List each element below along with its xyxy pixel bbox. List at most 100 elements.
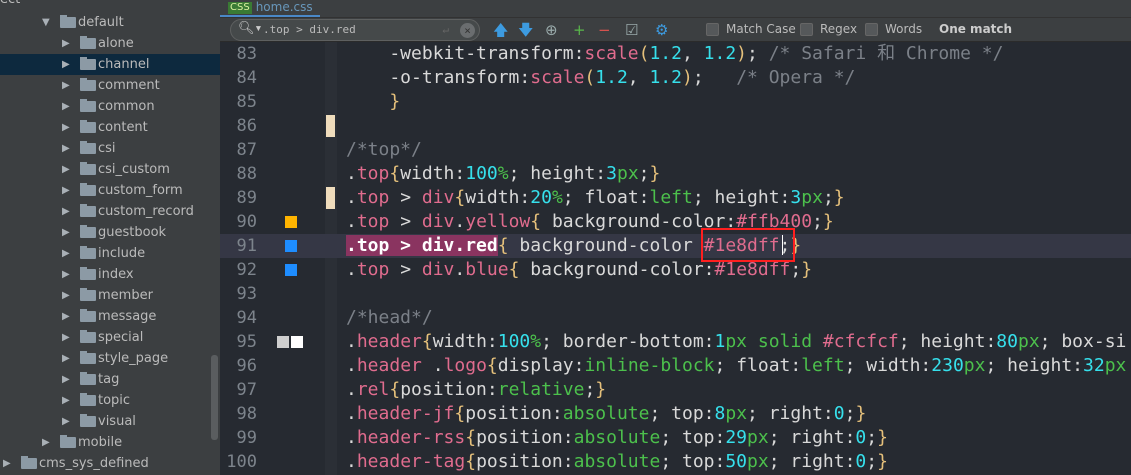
tree-item-default[interactable]: ▼ default: [0, 12, 220, 33]
tree-item-custom_form[interactable]: ▶ custom_form: [0, 180, 220, 201]
code-line[interactable]: 92 .top > div.blue{ background-color:#1e8…: [220, 258, 1131, 282]
code-line[interactable]: 90 .top > div.yellow{ background-color:#f…: [220, 210, 1131, 234]
code-token: 0: [855, 427, 867, 448]
tree-item-tag[interactable]: ▶ tag: [0, 369, 220, 390]
tree-item-cms_sys_defined[interactable]: ▶ cms_sys_defined: [0, 453, 220, 474]
code-line[interactable]: 95 .header{width:100%; border-bottom:1px …: [220, 330, 1131, 354]
code-line[interactable]: 99 .header-rss{position:absolute; top:29p…: [220, 426, 1131, 450]
code-line[interactable]: 84 -o-transform:scale(1.2, 1.2); /* Oper…: [220, 66, 1131, 90]
words-checkbox[interactable]: [865, 23, 878, 36]
chevron-right-icon[interactable]: ▶: [62, 201, 70, 222]
tree-item-content[interactable]: ▶ content: [0, 117, 220, 138]
chevron-right-icon[interactable]: ▶: [42, 432, 50, 453]
code-line[interactable]: 100 .header-tag{position:absolute; top:50…: [220, 450, 1131, 474]
tree-item-mobile[interactable]: ▶ mobile: [0, 432, 220, 453]
tree-item-member[interactable]: ▶ member: [0, 285, 220, 306]
add-occurrence-icon[interactable]: +: [573, 20, 586, 40]
color-swatch-icon[interactable]: [285, 264, 297, 276]
chevron-right-icon[interactable]: ▶: [62, 285, 70, 306]
color-swatch-icon[interactable]: [285, 216, 297, 228]
code-token: .: [346, 427, 357, 448]
chevron-right-icon[interactable]: ▶: [62, 75, 70, 96]
chevron-right-icon[interactable]: ▶: [3, 453, 11, 474]
tree-item-csi[interactable]: ▶ csi: [0, 138, 220, 159]
settings-icon[interactable]: ⚙: [655, 20, 668, 40]
chevron-right-icon[interactable]: ▶: [62, 33, 70, 54]
chevron-right-icon[interactable]: ▶: [62, 54, 70, 75]
chevron-right-icon[interactable]: ▶: [62, 159, 70, 180]
match-case-checkbox[interactable]: [706, 23, 719, 36]
chevron-right-icon[interactable]: ▶: [62, 411, 70, 432]
tree-item-csi_custom[interactable]: ▶ csi_custom: [0, 159, 220, 180]
code-area[interactable]: 83 -webkit-transform:scale(1.2, 1.2); /*…: [220, 42, 1131, 474]
tree-item-label: csi: [98, 141, 116, 156]
chevron-right-icon[interactable]: ▶: [62, 96, 70, 117]
code-token: px solid: [725, 331, 823, 352]
tree-item-comment[interactable]: ▶ comment: [0, 75, 220, 96]
code-line[interactable]: 97 .rel{position:relative;}: [220, 378, 1131, 402]
code-line[interactable]: 85 }: [220, 90, 1131, 114]
next-occurrence-icon[interactable]: 🡇: [518, 20, 533, 40]
code-token: /*head*/: [346, 307, 433, 328]
chevron-right-icon[interactable]: ▶: [62, 327, 70, 348]
folder-icon: [80, 351, 96, 364]
tree-item-index[interactable]: ▶ index: [0, 264, 220, 285]
color-swatch-icon[interactable]: [291, 336, 303, 348]
tree-item-visual[interactable]: ▶ visual: [0, 411, 220, 432]
tree-item-common[interactable]: ▶ common: [0, 96, 220, 117]
chevron-right-icon[interactable]: ▶: [62, 306, 70, 327]
select-all-occurrences-icon[interactable]: ⊕: [545, 20, 558, 40]
tree-item-channel[interactable]: ▶ channel: [0, 54, 220, 75]
chevron-right-icon[interactable]: ▶: [62, 138, 70, 159]
code-line[interactable]: 93: [220, 282, 1131, 306]
code-line[interactable]: 88 .top{width:100%; height:3px;}: [220, 162, 1131, 186]
exclude-occurrence-icon[interactable]: ☑: [625, 20, 638, 40]
regex-checkbox[interactable]: [800, 23, 813, 36]
code-line[interactable]: 83 -webkit-transform:scale(1.2, 1.2); /*…: [220, 42, 1131, 66]
code-token: px: [963, 355, 986, 376]
match-case-label[interactable]: Match Case: [726, 22, 796, 36]
folder-icon: [80, 99, 96, 112]
chevron-right-icon[interactable]: ▶: [62, 369, 70, 390]
folder-icon: [80, 330, 96, 343]
code-token: top: [356, 163, 390, 184]
search-icon[interactable]: 🔍︎▾: [238, 19, 262, 39]
clear-icon[interactable]: ×: [460, 23, 475, 38]
code-line[interactable]: 96 .header .logo{display:inline-block; fl…: [220, 354, 1131, 378]
tree-item-message[interactable]: ▶ message: [0, 306, 220, 327]
chevron-right-icon[interactable]: ▶: [62, 390, 70, 411]
tree-item-alone[interactable]: ▶ alone: [0, 33, 220, 54]
chevron-down-icon[interactable]: ▼: [42, 12, 50, 33]
regex-label[interactable]: Regex: [820, 22, 857, 36]
search-input[interactable]: 🔍︎▾ .top > div.red ↵ ×: [230, 19, 480, 41]
code-token: ; height:: [898, 331, 997, 352]
color-swatch-icon[interactable]: [277, 336, 289, 348]
chevron-right-icon[interactable]: ▶: [62, 264, 70, 285]
code-line[interactable]: 94 /*head*/: [220, 306, 1131, 330]
chevron-right-icon[interactable]: ▶: [62, 180, 70, 201]
tab-home-css[interactable]: CSS home.css: [220, 0, 320, 17]
chevron-right-icon[interactable]: ▶: [62, 222, 70, 243]
chevron-right-icon[interactable]: ▶: [62, 243, 70, 264]
line-number: 100: [226, 452, 257, 472]
tree-item-style_page[interactable]: ▶ style_page: [0, 348, 220, 369]
words-label[interactable]: Words: [885, 22, 922, 36]
tree-item-label: guestbook: [98, 225, 167, 240]
previous-occurrence-icon[interactable]: 🡅: [493, 20, 508, 40]
chevron-right-icon[interactable]: ▶: [62, 348, 70, 369]
code-line[interactable]: 86: [220, 114, 1131, 138]
chevron-right-icon[interactable]: ▶: [62, 117, 70, 138]
code-line[interactable]: 87 /*top*/: [220, 138, 1131, 162]
tree-item-special[interactable]: ▶ special: [0, 327, 220, 348]
code-line[interactable]: 89 .top > div{width:20%; float:left; heig…: [220, 186, 1131, 210]
code-line[interactable]: 91 .top > div.red{ background-color #1e8d…: [220, 234, 1131, 258]
color-swatch-icon[interactable]: [285, 240, 297, 252]
remove-occurrence-icon[interactable]: −: [598, 20, 611, 40]
tree-item-include[interactable]: ▶ include: [0, 243, 220, 264]
code-token: ; top:: [660, 451, 726, 472]
tree-item-topic[interactable]: ▶ topic: [0, 390, 220, 411]
tree-item-custom_record[interactable]: ▶ custom_record: [0, 201, 220, 222]
sidebar-scrollbar[interactable]: [211, 355, 218, 440]
code-line[interactable]: 98 .header-jf{position:absolute; top:8px;…: [220, 402, 1131, 426]
tree-item-guestbook[interactable]: ▶ guestbook: [0, 222, 220, 243]
